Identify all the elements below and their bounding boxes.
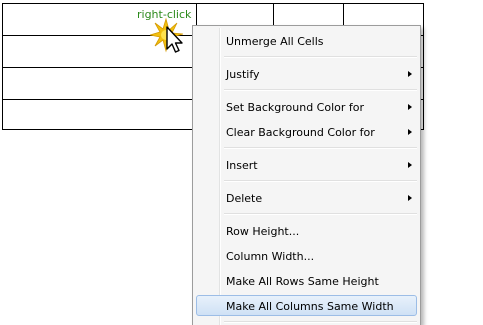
menu-item-set-background-color[interactable]: Set Background Color for <box>196 96 417 117</box>
menu-item-label: Column Width... <box>226 250 315 263</box>
menu-separator <box>224 213 417 215</box>
menu-separator <box>224 56 417 58</box>
menu-separator <box>224 147 417 149</box>
menu-item-label: Delete <box>226 192 263 205</box>
menu-item-label: Clear Background Color for <box>226 126 375 139</box>
menu-item-column-width[interactable]: Column Width... <box>196 245 417 266</box>
menu-item-unmerge-all-cells[interactable]: Unmerge All Cells <box>196 30 417 51</box>
grid-line <box>2 3 424 4</box>
menu-item-delete[interactable]: Delete <box>196 187 417 208</box>
menu-item-label: Justify <box>226 68 260 81</box>
menu-separator <box>224 180 417 182</box>
menu-item-label: Unmerge All Cells <box>226 35 324 48</box>
menu-item-make-all-rows-same-height[interactable]: Make All Rows Same Height <box>196 270 417 291</box>
context-menu: Unmerge All Cells Justify Set Background… <box>192 25 421 325</box>
menu-item-label: Row Height... <box>226 225 300 238</box>
arrow-cursor-icon <box>150 17 184 53</box>
menu-item-make-all-columns-same-width[interactable]: Make All Columns Same Width <box>196 295 417 316</box>
menu-separator <box>224 89 417 91</box>
menu-item-clear-background-color[interactable]: Clear Background Color for <box>196 121 417 142</box>
submenu-arrow-icon <box>408 71 412 77</box>
menu-item-label: Insert <box>226 159 258 172</box>
submenu-arrow-icon <box>408 162 412 168</box>
menu-item-insert[interactable]: Insert <box>196 154 417 175</box>
grid-line <box>2 3 3 130</box>
menu-separator <box>224 321 417 323</box>
grid-line <box>423 3 424 130</box>
menu-item-justify[interactable]: Justify <box>196 63 417 84</box>
submenu-arrow-icon <box>408 195 412 201</box>
menu-item-label: Make All Rows Same Height <box>226 275 379 288</box>
menu-item-label: Make All Columns Same Width <box>226 300 394 313</box>
menu-item-label: Set Background Color for <box>226 101 365 114</box>
submenu-arrow-icon <box>408 104 412 110</box>
menu-item-row-height[interactable]: Row Height... <box>196 220 417 241</box>
submenu-arrow-icon <box>408 129 412 135</box>
